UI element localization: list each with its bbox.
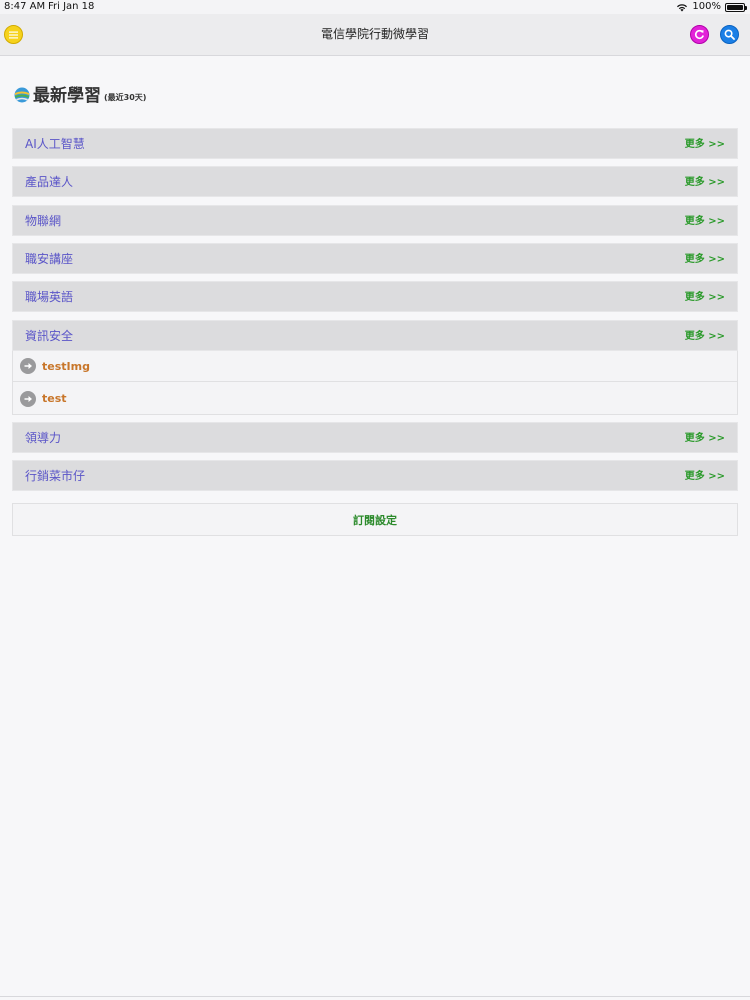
category-row-safety[interactable]: 職安講座 更多 >> bbox=[12, 243, 738, 274]
wifi-icon bbox=[677, 3, 688, 11]
category-label: 資訊安全 bbox=[25, 329, 74, 343]
more-link[interactable]: 更多 >> bbox=[685, 423, 725, 454]
search-button[interactable] bbox=[720, 25, 739, 44]
section-title: 最新學習 bbox=[33, 86, 101, 106]
category-label: 產品達人 bbox=[25, 175, 74, 189]
category-row-leadership[interactable]: 領導力 更多 >> bbox=[12, 422, 738, 453]
item-title: testImg bbox=[42, 360, 90, 373]
more-link[interactable]: 更多 >> bbox=[685, 461, 725, 492]
category-label: 領導力 bbox=[25, 431, 62, 445]
section-heading: 最新學習 (最近30天) bbox=[14, 83, 146, 107]
battery-percent: 100% bbox=[692, 1, 721, 12]
menu-icon bbox=[9, 31, 18, 38]
category-row-marketing[interactable]: 行銷菜市仔 更多 >> bbox=[12, 460, 738, 491]
more-link[interactable]: 更多 >> bbox=[685, 206, 725, 237]
arrow-right-icon bbox=[20, 391, 36, 407]
nav-bar: 電信學院行動微學習 bbox=[0, 14, 750, 56]
battery-icon bbox=[725, 2, 747, 12]
category-label: 行銷菜市仔 bbox=[25, 469, 86, 483]
category-label: 職場英語 bbox=[25, 290, 74, 304]
page-title: 電信學院行動微學習 bbox=[320, 27, 429, 41]
subscribe-settings-button[interactable]: 訂閱設定 bbox=[12, 503, 738, 536]
status-right: 100% bbox=[676, 0, 747, 14]
more-link[interactable]: 更多 >> bbox=[685, 282, 725, 313]
search-icon bbox=[724, 29, 735, 40]
arrow-right-icon bbox=[20, 358, 36, 374]
item-title: test bbox=[42, 392, 67, 405]
status-time: 8:47 AM bbox=[4, 1, 46, 12]
category-row-product[interactable]: 產品達人 更多 >> bbox=[12, 166, 738, 197]
refresh-button[interactable] bbox=[690, 25, 709, 44]
bottom-divider bbox=[0, 996, 750, 997]
list-item[interactable]: test bbox=[12, 382, 738, 415]
more-link[interactable]: 更多 >> bbox=[685, 167, 725, 198]
category-label: 物聯網 bbox=[25, 214, 62, 228]
status-date: Fri Jan 18 bbox=[48, 1, 95, 12]
category-label: AI人工智慧 bbox=[25, 137, 85, 151]
globe-icon bbox=[14, 87, 30, 103]
category-label: 職安講座 bbox=[25, 252, 74, 266]
category-row-english[interactable]: 職場英語 更多 >> bbox=[12, 281, 738, 312]
menu-button[interactable] bbox=[4, 25, 23, 44]
section-subtitle: (最近30天) bbox=[104, 93, 147, 102]
category-row-iot[interactable]: 物聯網 更多 >> bbox=[12, 205, 738, 236]
more-link[interactable]: 更多 >> bbox=[685, 321, 725, 352]
category-row-ai[interactable]: AI人工智慧 更多 >> bbox=[12, 128, 738, 159]
status-bar: 8:47 AM Fri Jan 18 100% bbox=[0, 0, 750, 14]
more-link[interactable]: 更多 >> bbox=[685, 244, 725, 275]
list-item[interactable]: testImg bbox=[12, 351, 738, 382]
category-row-infosec[interactable]: 資訊安全 更多 >> bbox=[12, 320, 738, 351]
more-link[interactable]: 更多 >> bbox=[685, 129, 725, 160]
refresh-icon bbox=[694, 29, 704, 40]
